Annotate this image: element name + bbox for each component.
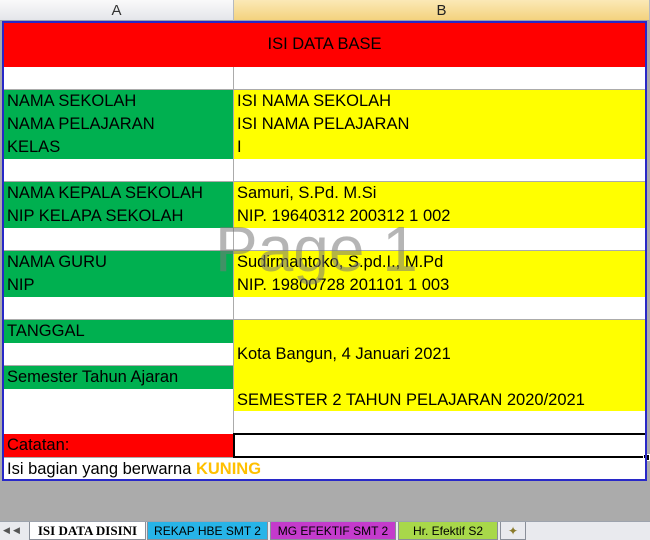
label-nip-kepala-sekolah[interactable]: NIP KELAPA SEKOLAH bbox=[4, 205, 233, 228]
label-nama-pelajaran[interactable]: NAMA PELAJARAN bbox=[4, 113, 233, 136]
column-header-b[interactable]: B bbox=[234, 0, 650, 21]
prev-sheet-icon[interactable]: ◀ bbox=[13, 525, 20, 536]
label-tanggal[interactable]: TANGGAL bbox=[4, 320, 233, 343]
label-nama-kepala-sekolah[interactable]: NAMA KEPALA SEKOLAH bbox=[4, 182, 233, 205]
blank-cell[interactable] bbox=[234, 159, 645, 181]
notes-text[interactable]: Isi bagian yang berwarna KUNING bbox=[4, 458, 645, 480]
value-nip-kepala-sekolah[interactable]: NIP. 19640312 200312 1 002 bbox=[234, 205, 645, 228]
blank-cell[interactable] bbox=[234, 297, 645, 319]
blank-cell[interactable] bbox=[4, 228, 233, 250]
blank-cell[interactable] bbox=[4, 411, 233, 434]
first-sheet-icon[interactable]: ◀ bbox=[3, 525, 10, 536]
blank-cell[interactable] bbox=[4, 297, 233, 319]
notes-label[interactable]: Catatan: bbox=[4, 434, 233, 457]
blank-cell[interactable] bbox=[4, 159, 233, 181]
notes-text-main: Isi bagian yang berwarna bbox=[7, 460, 196, 478]
blank-cell[interactable] bbox=[4, 67, 233, 89]
notes-highlight: KUNING bbox=[195, 460, 262, 478]
tab-hr-efektif-s2[interactable]: Hr. Efektif S2 bbox=[398, 522, 498, 540]
value-semester[interactable]: SEMESTER 2 TAHUN PELAJARAN 2020/2021 bbox=[234, 389, 645, 412]
value-nama-kepala-sekolah[interactable]: Samuri, S.Pd. M.Si bbox=[234, 182, 645, 205]
label-nama-guru[interactable]: NAMA GURU bbox=[4, 251, 233, 274]
blank-cell[interactable] bbox=[4, 389, 233, 411]
value-kelas[interactable]: I bbox=[234, 136, 645, 159]
blank-cell[interactable] bbox=[234, 67, 645, 89]
tab-rekap-hbe-smt-2[interactable]: REKAP HBE SMT 2 bbox=[147, 522, 268, 540]
label-semester-tahun-ajaran[interactable]: Semester Tahun Ajaran bbox=[4, 366, 233, 389]
blank-cell[interactable] bbox=[4, 343, 233, 365]
notes-value-cell-selected[interactable] bbox=[233, 433, 647, 458]
value-nama-pelajaran[interactable]: ISI NAMA PELAJARAN bbox=[234, 113, 645, 136]
column-header-a[interactable]: A bbox=[0, 0, 234, 21]
sheet-tab-bar: ◀ ◀ ISI DATA DISINI REKAP HBE SMT 2 MG E… bbox=[0, 521, 650, 540]
insert-sheet-icon[interactable]: ✦ bbox=[500, 522, 526, 540]
label-kelas[interactable]: KELAS bbox=[4, 136, 233, 159]
value-nama-sekolah[interactable]: ISI NAMA SEKOLAH bbox=[234, 90, 645, 113]
value-nama-guru[interactable]: Sudirmantoko, S.pd.I., M.Pd bbox=[234, 251, 645, 274]
tab-mg-efektif-smt-2[interactable]: MG EFEKTIF SMT 2 bbox=[270, 522, 396, 540]
label-nama-sekolah[interactable]: NAMA SEKOLAH bbox=[4, 90, 233, 113]
label-nip-guru[interactable]: NIP bbox=[4, 274, 233, 297]
value-nip-guru[interactable]: NIP. 19800728 201101 1 003 bbox=[234, 274, 645, 297]
value-tanggal[interactable]: Kota Bangun, 4 Januari 2021 bbox=[234, 343, 645, 366]
tab-isi-data-disini[interactable]: ISI DATA DISINI bbox=[29, 522, 146, 540]
blank-cell[interactable] bbox=[234, 228, 645, 250]
title-cell[interactable]: ISI DATA BASE bbox=[4, 22, 645, 67]
blank-cell[interactable] bbox=[234, 411, 645, 434]
